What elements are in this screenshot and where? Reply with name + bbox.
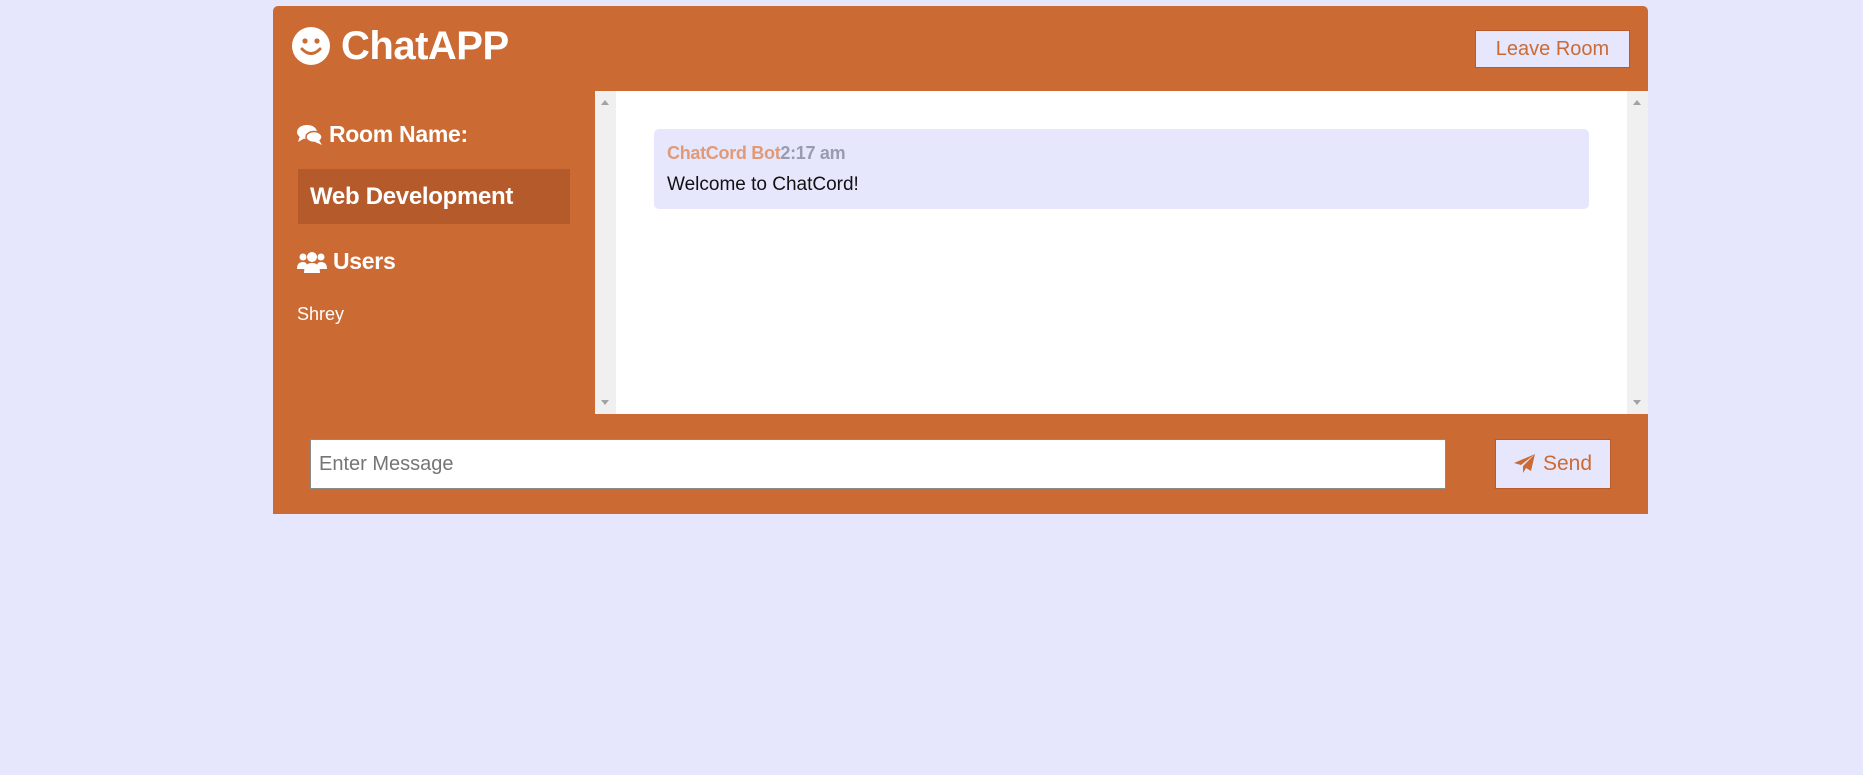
message-text: Welcome to ChatCord! [667, 174, 859, 195]
scroll-up-icon[interactable] [1633, 100, 1641, 105]
sidebar: Room Name: Web Development Users Shrey [273, 91, 595, 420]
users-heading-label: Users [333, 248, 396, 274]
smile-icon [292, 27, 330, 65]
room-heading-label: Room Name: [329, 121, 468, 147]
users-heading: Users [297, 248, 396, 275]
send-label: Send [1542, 452, 1593, 475]
chat-messages[interactable]: ChatCord Bot2:17 am Welcome to ChatCord! [595, 91, 1648, 414]
leave-room-button[interactable]: Leave Room [1475, 30, 1630, 68]
message-input[interactable] [310, 439, 1446, 489]
room-heading: Room Name: [297, 121, 468, 148]
message: ChatCord Bot2:17 am Welcome to ChatCord! [654, 129, 1589, 209]
chat-form: Send [310, 439, 1611, 489]
send-button[interactable]: Send [1495, 439, 1611, 489]
scroll-up-icon[interactable] [601, 100, 609, 105]
comments-icon [297, 124, 323, 145]
scroll-down-icon[interactable] [1633, 400, 1641, 405]
chat-container: ChatAPP Leave Room Room Name: Web Develo… [273, 6, 1648, 514]
room-name: Web Development [298, 169, 570, 224]
message-meta: ChatCord Bot2:17 am [667, 143, 1576, 164]
app-title: ChatAPP [341, 24, 509, 68]
scroll-down-icon[interactable] [601, 400, 609, 405]
message-username: ChatCord Bot [667, 143, 781, 163]
right-scrollbar[interactable] [1627, 91, 1648, 414]
chat-header: ChatAPP Leave Room [273, 6, 1648, 91]
users-icon [297, 251, 327, 273]
brand: ChatAPP [291, 26, 509, 66]
paper-plane-icon [1513, 454, 1535, 473]
users-list: Shrey [297, 304, 344, 335]
user-item: Shrey [297, 304, 345, 324]
message-time: 2:17 am [780, 143, 846, 163]
left-scrollbar[interactable] [595, 91, 616, 414]
